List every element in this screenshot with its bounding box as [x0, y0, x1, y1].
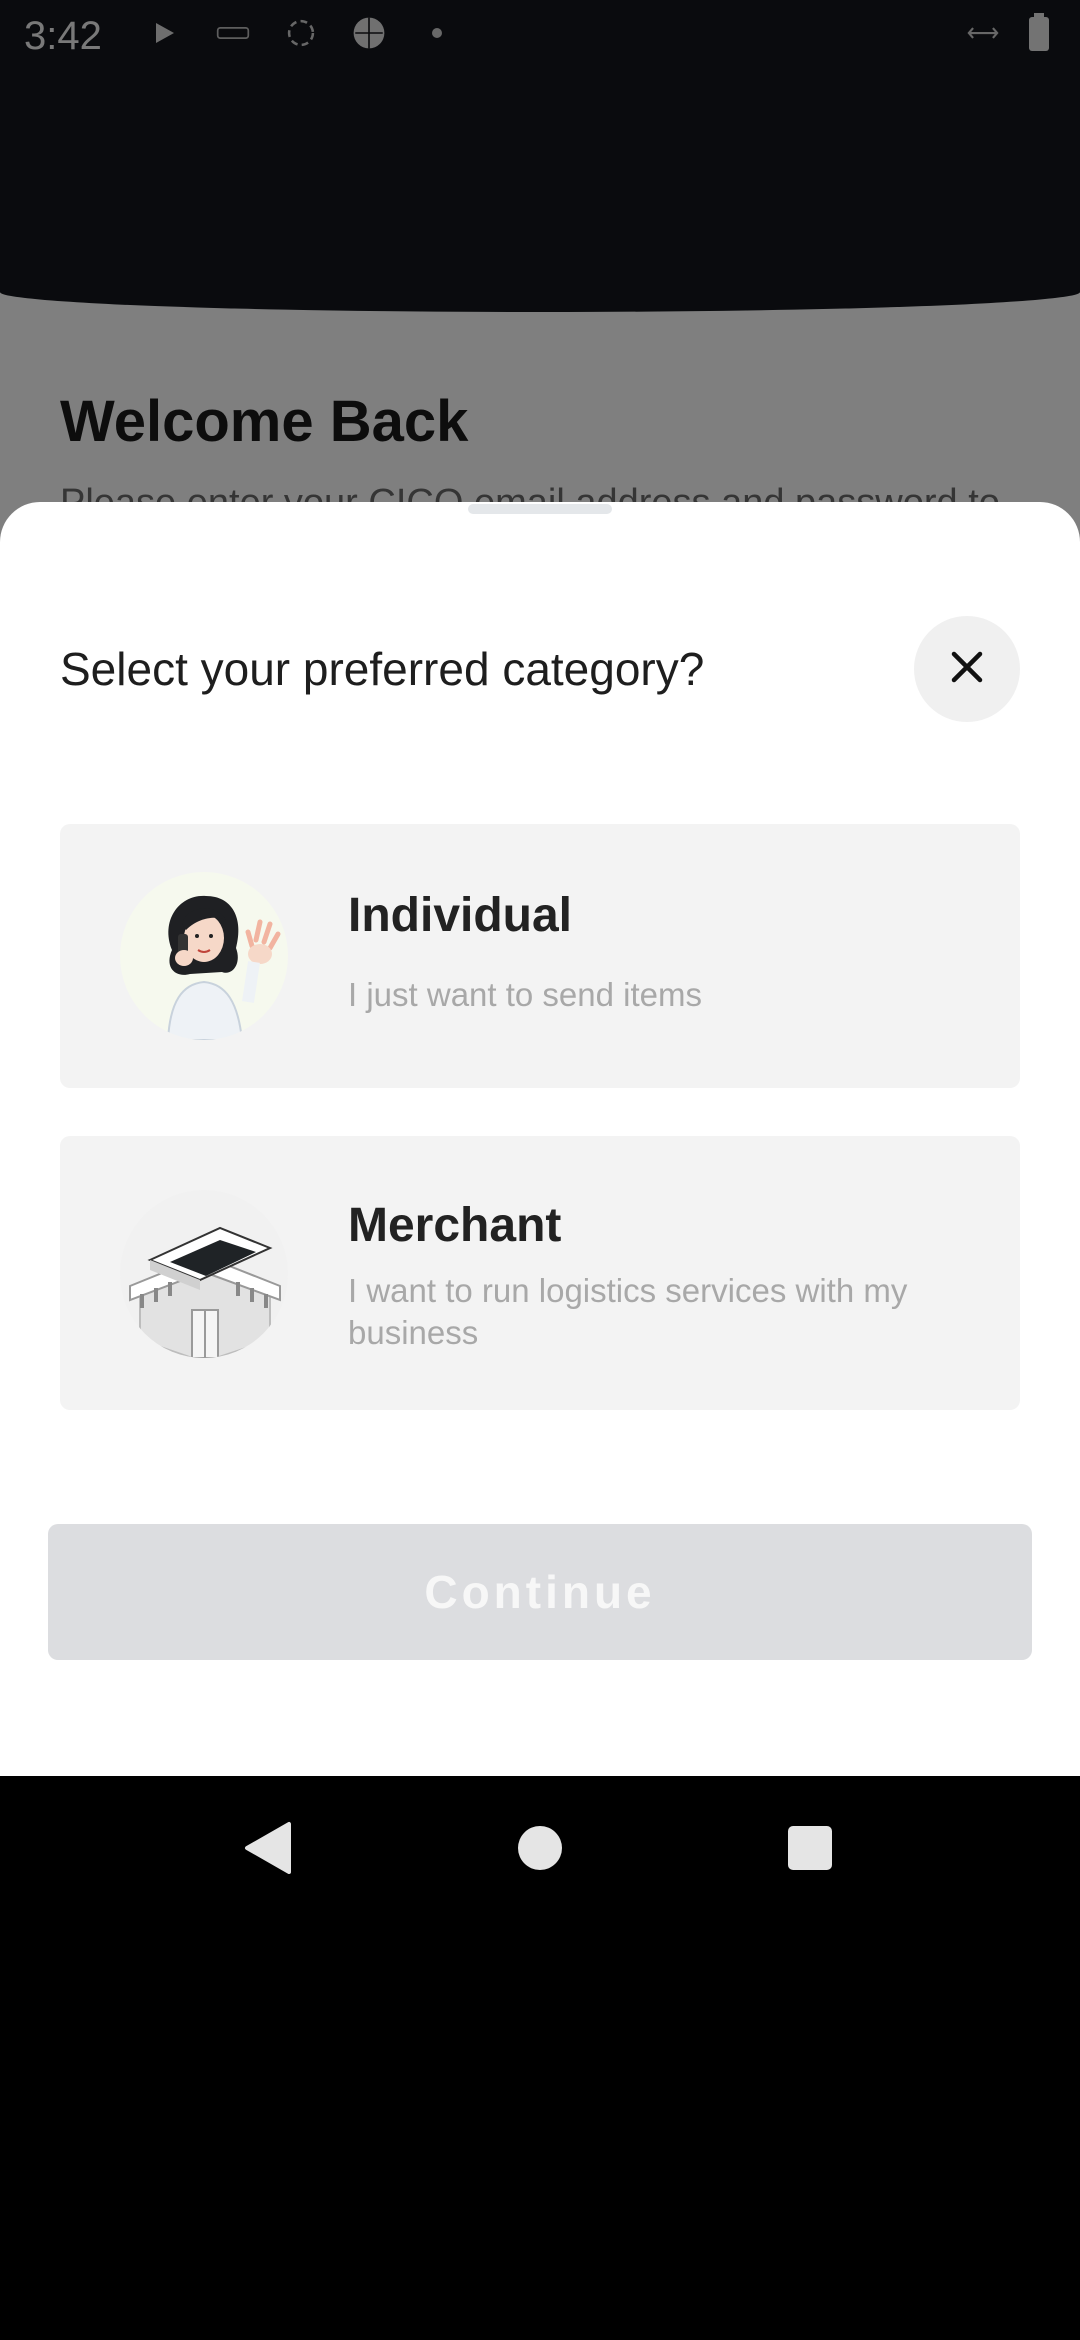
option-description-individual: I just want to send items — [348, 976, 702, 1013]
close-button[interactable] — [914, 616, 1020, 722]
screen: 3:42 — [0, 0, 1080, 2340]
sheet-title: Select your preferred category? — [60, 643, 705, 695]
back-triangle-icon — [243, 1821, 293, 1880]
navigation-bar — [0, 1776, 1080, 1924]
home-button[interactable] — [508, 1818, 572, 1882]
option-individual[interactable]: Individual I just want to send items — [60, 824, 1020, 1088]
close-icon — [950, 650, 984, 689]
option-title-individual: Individual — [348, 889, 573, 942]
continue-button[interactable]: Continue — [48, 1524, 1032, 1660]
option-merchant[interactable]: Merchant I want to run logistics service… — [60, 1136, 1020, 1410]
option-title-merchant: Merchant — [348, 1199, 562, 1252]
individual-illustration — [120, 872, 288, 1040]
drag-handle[interactable] — [468, 504, 612, 514]
home-circle-icon — [517, 1825, 563, 1876]
recents-button[interactable] — [778, 1818, 842, 1882]
category-bottom-sheet: Select your preferred category? Individu… — [0, 502, 1080, 1776]
back-button[interactable] — [236, 1818, 300, 1882]
recents-square-icon — [787, 1825, 833, 1876]
merchant-illustration — [120, 1190, 288, 1358]
option-description-merchant: I want to run logistics services with my… — [348, 1272, 908, 1351]
